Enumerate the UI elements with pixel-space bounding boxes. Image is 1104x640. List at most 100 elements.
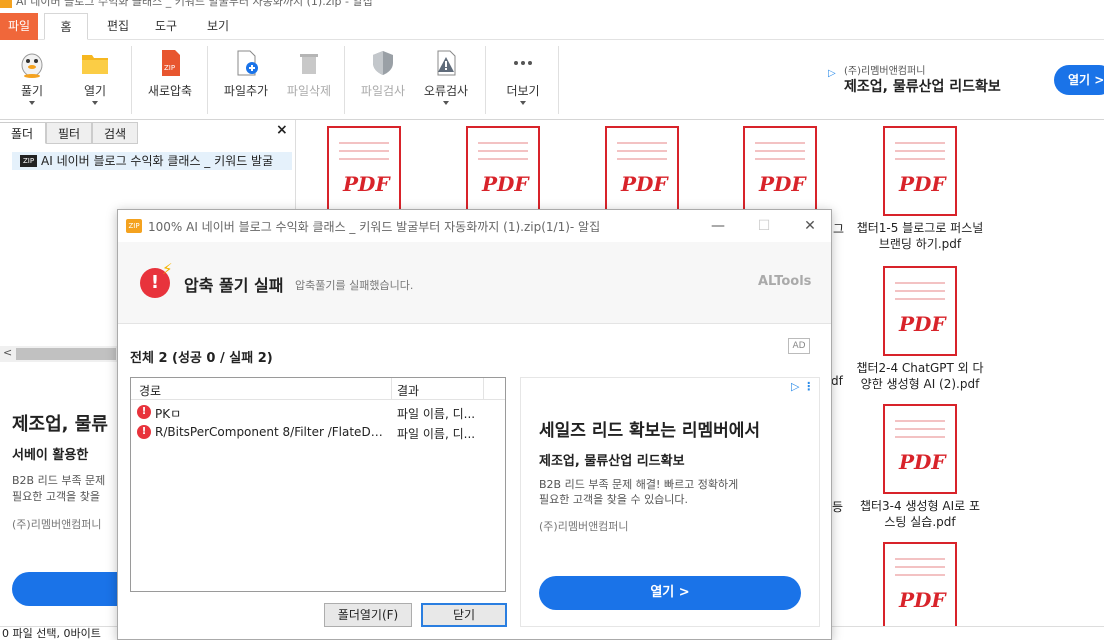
- delete-file-button[interactable]: 파일삭제: [281, 48, 337, 118]
- add-file-icon: [237, 50, 258, 76]
- column-path[interactable]: 경로: [139, 382, 161, 399]
- left-ad-text-1: B2B 리드 부족 문제: [12, 474, 106, 487]
- ribbon-separator: [131, 46, 132, 114]
- dialog-ad-company: (주)리멤버앤컴퍼니: [539, 520, 629, 533]
- extract-button[interactable]: 풀기: [4, 48, 60, 118]
- dialog-title: 100% AI 네이버 블로그 수익화 클래스 _ 키워드 발굴부터 자동화까지…: [148, 220, 601, 234]
- left-ad-headline: 제조업, 물류: [12, 414, 108, 435]
- file-item[interactable]: PDF: [299, 122, 429, 216]
- file-item[interactable]: PDF 챕터2-4 ChatGPT 외 다양한 생성형 AI (2).pdf: [855, 262, 985, 392]
- pdf-file-icon: PDF: [743, 126, 817, 216]
- open-folder-button[interactable]: 폴더열기(F): [324, 603, 412, 627]
- scrollbar-thumb[interactable]: [16, 348, 116, 360]
- item-path: PKㅁ: [155, 407, 182, 421]
- warning-icon: [437, 50, 456, 76]
- top-ad-banner[interactable]: ▷ (주)리멤버앤컴퍼니 제조업, 물류산업 리드확보 열기 >: [824, 56, 1104, 104]
- zip-icon: ZIP: [126, 219, 142, 233]
- dialog-ad-open-button[interactable]: 열기 >: [539, 576, 801, 610]
- file-item[interactable]: PDF: [577, 122, 707, 216]
- file-name-fragment: 등: [832, 500, 844, 514]
- dialog-ad-text-1: B2B 리드 부족 문제 해결! 빠르고 정확하게: [539, 478, 739, 491]
- scroll-left-icon[interactable]: <: [3, 346, 12, 359]
- scan-file-label: 파일검사: [360, 84, 406, 98]
- file-name: 챕터2-4 ChatGPT 외 다양한 생성형 AI (2).pdf: [856, 361, 984, 391]
- file-name: 챕터3-4 생성형 AI로 포스팅 실습.pdf: [859, 499, 981, 529]
- top-ad-headline: 제조업, 물류산업 리드확보: [844, 79, 1001, 95]
- menu-tools[interactable]: 도구: [144, 13, 188, 40]
- chevron-down-icon: [29, 101, 35, 105]
- pdf-file-icon: PDF: [883, 266, 957, 356]
- menu-file[interactable]: 파일: [0, 13, 38, 40]
- extract-icon: [21, 53, 43, 78]
- list-header: 경로 결과: [131, 378, 505, 400]
- open-label: 열기: [83, 84, 107, 98]
- tab-folder[interactable]: 폴더: [0, 122, 46, 144]
- svg-text:ZIP: ZIP: [164, 64, 175, 72]
- result-summary: 전체 2 (성공 0 / 실패 2): [130, 351, 273, 366]
- dialog-header: ! ⚡ 압축 풀기 실패 압축풀기를 실패했습니다. ALTools: [118, 242, 831, 324]
- column-result[interactable]: 결과: [397, 382, 419, 399]
- ad-choices-icon[interactable]: ▷: [828, 68, 836, 79]
- new-zip-button[interactable]: ZIP 새로압축: [142, 48, 198, 118]
- tree-item-zip[interactable]: ZIP AI 네이버 블로그 수익화 클래스 _ 키워드 발굴: [12, 152, 292, 170]
- close-icon[interactable]: ✕: [800, 216, 820, 236]
- file-name-fragment: 그: [833, 222, 845, 236]
- list-item[interactable]: ! R/BitsPerComponent 8/Filter /FlateDeco…: [131, 422, 505, 442]
- more-label: 더보기: [506, 84, 540, 98]
- file-item[interactable]: PDF: [715, 122, 845, 216]
- shield-icon: [373, 51, 393, 75]
- file-name-fragment: df: [831, 374, 843, 388]
- minimize-icon[interactable]: —: [708, 216, 728, 236]
- chevron-down-icon: [443, 101, 449, 105]
- lightning-icon: ⚡: [162, 260, 173, 278]
- top-ad-open-button[interactable]: 열기 >: [1054, 65, 1104, 95]
- pdf-file-icon: PDF: [883, 404, 957, 494]
- tab-filter[interactable]: 필터: [46, 122, 92, 144]
- pdf-file-icon: PDF: [327, 126, 401, 216]
- open-button[interactable]: 열기: [67, 48, 123, 118]
- error-icon: !: [137, 425, 151, 439]
- trash-icon: [300, 54, 318, 74]
- close-icon[interactable]: ×: [276, 122, 288, 138]
- dialog-ad-text-2: 필요한 고객을 찾을 수 있습니다.: [539, 493, 689, 506]
- close-button[interactable]: 닫기: [421, 603, 507, 627]
- pdf-file-icon: PDF: [466, 126, 540, 216]
- file-item[interactable]: PDF 챕터3-4 생성형 AI로 포스팅 실습.pdf: [855, 400, 985, 530]
- extract-label: 풀기: [20, 84, 44, 98]
- app-icon: [0, 0, 12, 8]
- dialog-subheading: 압축풀기를 실패했습니다.: [295, 279, 414, 292]
- zip-icon: ZIP: [20, 155, 37, 167]
- scan-file-button[interactable]: 파일검사: [355, 48, 411, 118]
- error-check-button[interactable]: 오류검사: [418, 48, 474, 118]
- dialog-ad-banner[interactable]: ▷ ⋮ 세일즈 리드 확보는 리멤버에서 제조업, 물류산업 리드확보 B2B …: [520, 377, 820, 627]
- error-icon: !: [137, 405, 151, 419]
- tab-search[interactable]: 검색: [92, 122, 138, 144]
- new-zip-label: 새로압축: [147, 84, 193, 98]
- ad-choices-icon[interactable]: ▷ ⋮: [791, 380, 814, 393]
- add-file-label: 파일추가: [223, 84, 269, 98]
- panel-tabs: 폴더 필터 검색: [0, 122, 296, 144]
- failure-list[interactable]: 경로 결과 ! PKㅁ 파일 이름, 디... ! R/BitsPerCompo…: [130, 377, 506, 592]
- left-ad-text-2: 필요한 고객을 찾을: [12, 490, 100, 503]
- add-file-button[interactable]: 파일추가: [218, 48, 274, 118]
- file-item[interactable]: PDF 챕터1-5 블로그로 퍼스널 브랜딩 하기.pdf: [855, 122, 985, 252]
- extract-failure-dialog: ZIP 100% AI 네이버 블로그 수익화 클래스 _ 키워드 발굴부터 자…: [117, 209, 832, 640]
- error-check-label: 오류검사: [423, 84, 469, 98]
- file-item[interactable]: PDF: [855, 538, 985, 632]
- ribbon-separator: [207, 46, 208, 114]
- menu-home[interactable]: 홈: [44, 13, 88, 40]
- more-button[interactable]: 더보기: [495, 48, 551, 118]
- file-item[interactable]: PDF: [438, 122, 568, 216]
- dialog-ad-headline: 세일즈 리드 확보는 리멤버에서: [539, 421, 761, 441]
- menu-view[interactable]: 보기: [196, 13, 240, 40]
- file-name: 챕터1-5 블로그로 퍼스널 브랜딩 하기.pdf: [856, 221, 984, 251]
- maximize-icon[interactable]: ☐: [754, 216, 774, 236]
- ad-badge: AD: [788, 338, 810, 354]
- ribbon-separator: [558, 46, 559, 114]
- chevron-down-icon: [520, 101, 526, 105]
- menu-edit[interactable]: 편집: [96, 13, 140, 40]
- more-dots-icon: [514, 61, 532, 65]
- item-result: 파일 이름, 디...: [397, 407, 476, 421]
- list-item[interactable]: ! PKㅁ 파일 이름, 디...: [131, 402, 505, 422]
- top-ad-company: (주)리멤버앤컴퍼니: [844, 66, 926, 77]
